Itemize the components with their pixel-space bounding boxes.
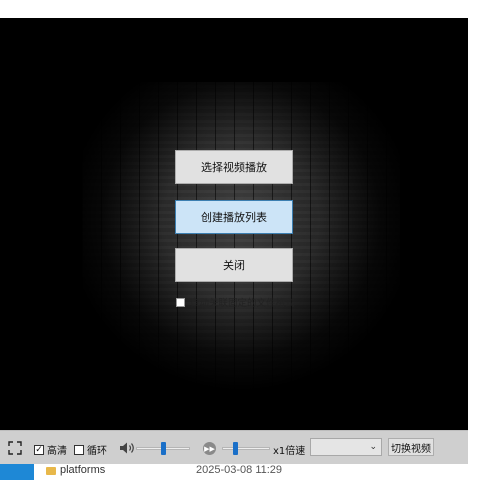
switch-video-button[interactable]: 切换视频 (388, 438, 434, 456)
speed-slider[interactable] (222, 442, 270, 455)
auto-associate-checkbox[interactable] (176, 297, 185, 307)
explorer-side-strip (0, 464, 34, 480)
speed-slider-handle[interactable] (233, 442, 238, 455)
create-playlist-button[interactable]: 创建播放列表 (175, 200, 293, 234)
loop-toggle[interactable]: 循环 (74, 442, 107, 457)
loop-checkbox[interactable] (74, 444, 84, 455)
loop-label: 循环 (87, 446, 107, 457)
select-video-button[interactable]: 选择视频播放 (175, 150, 293, 184)
folder-icon (46, 467, 56, 475)
control-bar: ✓ 高清 循环 ▶▶ x1倍速 ⌄ 切换视频 (0, 430, 468, 464)
fast-forward-icon: ▶▶ (203, 442, 216, 455)
wood-vignette (82, 82, 400, 410)
hd-label: 高清 (47, 446, 67, 457)
video-select-dropdown[interactable]: ⌄ (310, 438, 382, 456)
folder-name[interactable]: platforms (60, 464, 105, 476)
desktop: platforms 2025-03-08 11:29 选择视频播放 创建播放列表… (0, 0, 480, 480)
speed-label: x1倍速 (273, 446, 306, 457)
close-button[interactable]: 关闭 (175, 248, 293, 282)
video-player-window: 选择视频播放 创建播放列表 关闭 自动关联固定的文件格式 ✓ 高清 循环 ▶▶ … (0, 18, 468, 464)
hd-toggle[interactable]: ✓ 高清 (34, 442, 67, 457)
auto-associate-option[interactable]: 自动关联固定的文件格式 (176, 295, 295, 309)
hd-checkbox[interactable]: ✓ (34, 444, 44, 455)
chevron-down-icon[interactable]: ⌄ (369, 441, 377, 452)
folder-date: 2025-03-08 11:29 (196, 464, 283, 476)
volume-slider[interactable] (136, 442, 190, 455)
fullscreen-icon[interactable] (8, 441, 22, 455)
volume-slider-handle[interactable] (161, 442, 166, 455)
video-area: 选择视频播放 创建播放列表 关闭 自动关联固定的文件格式 (0, 18, 468, 430)
auto-associate-label: 自动关联固定的文件格式 (190, 298, 295, 309)
speaker-icon[interactable] (119, 441, 135, 455)
